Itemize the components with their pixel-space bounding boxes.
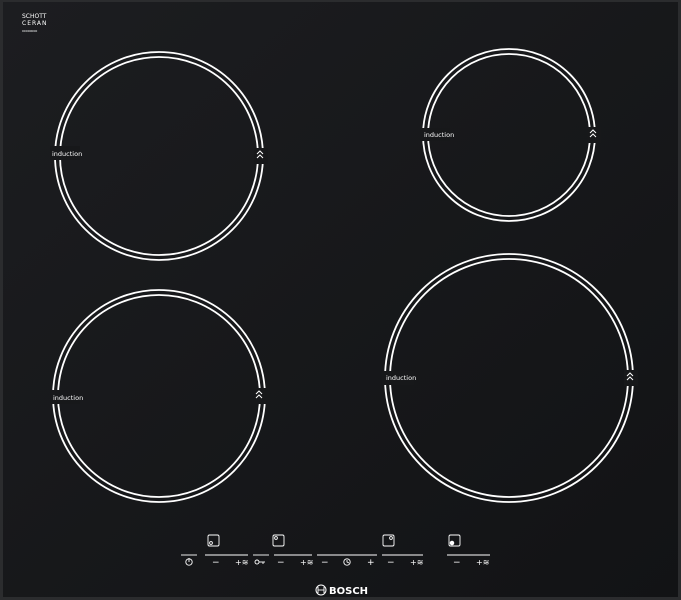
timer-minus-button[interactable]: − <box>321 558 329 568</box>
plus-boost-button[interactable]: +≋ <box>235 558 248 567</box>
timer-plus-button[interactable]: + <box>367 558 375 568</box>
zone-label: induction <box>386 374 416 382</box>
minus-button[interactable]: − <box>387 558 395 568</box>
minus-button[interactable]: − <box>453 558 461 568</box>
schott-logo-line1: SCHOTT <box>22 13 47 20</box>
minus-button[interactable]: − <box>277 558 285 568</box>
plus-boost-button[interactable]: +≋ <box>410 558 423 567</box>
induction-hob: SCHOTT CERAN 00000000 induction inductio… <box>0 0 681 600</box>
brand-name: BOSCH <box>329 586 368 597</box>
logo-subtext: 00000000 <box>22 29 37 33</box>
plus-boost-button[interactable]: +≋ <box>300 558 313 567</box>
zone-label: induction <box>424 131 454 139</box>
zone-label: induction <box>52 150 82 158</box>
ceran-logo-line2: CERAN <box>22 20 48 27</box>
plus-boost-button[interactable]: +≋ <box>476 558 489 567</box>
zone-label: induction <box>53 394 83 402</box>
minus-button[interactable]: − <box>212 558 220 568</box>
